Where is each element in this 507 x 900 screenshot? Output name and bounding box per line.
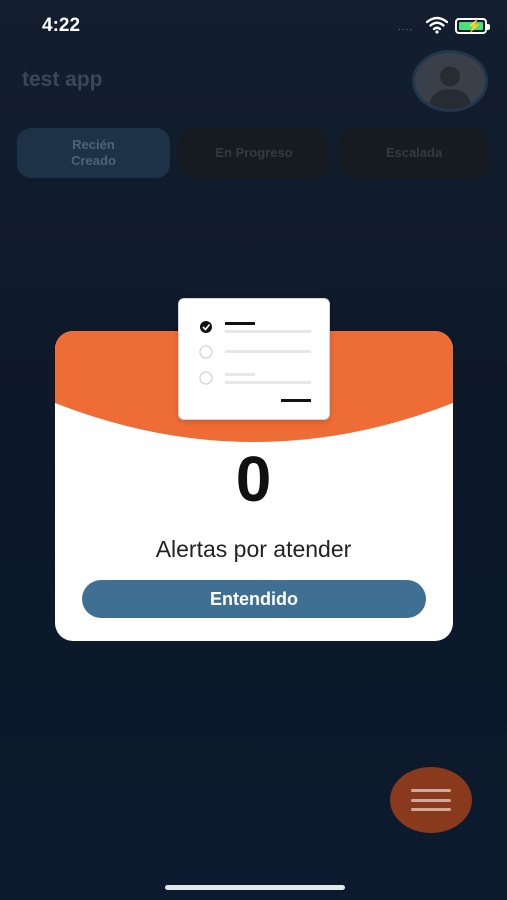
tab-escalada[interactable]: Escalada xyxy=(339,128,489,178)
home-indicator[interactable] xyxy=(165,885,345,890)
tab-label-line1: Recién xyxy=(72,137,115,152)
tab-en-progreso[interactable]: En Progreso xyxy=(179,128,329,178)
entendido-button[interactable]: Entendido xyxy=(82,580,426,618)
app-title: test app xyxy=(22,68,103,91)
user-silhouette-icon xyxy=(415,53,485,109)
tab-label-line2: Creado xyxy=(71,153,116,168)
tab-recien-creado[interactable]: Recién Creado xyxy=(17,128,170,178)
status-time: 4:22 xyxy=(42,15,81,36)
avatar[interactable] xyxy=(412,50,488,112)
tab-label: Escalada xyxy=(385,145,443,160)
menu-icon xyxy=(411,789,451,811)
alert-count-label: Alertas por atender xyxy=(155,536,352,562)
status-bar: 4:22 .... ⚡ xyxy=(0,0,507,50)
menu-fab-button[interactable] xyxy=(390,767,472,833)
checklist-icon xyxy=(178,298,330,420)
wifi-icon xyxy=(426,16,448,34)
tab-label: En Progreso xyxy=(215,145,293,160)
alert-count: 0 xyxy=(235,443,272,515)
cellular-signal-icon: .... xyxy=(398,22,414,33)
battery-icon: ⚡ xyxy=(455,18,490,34)
